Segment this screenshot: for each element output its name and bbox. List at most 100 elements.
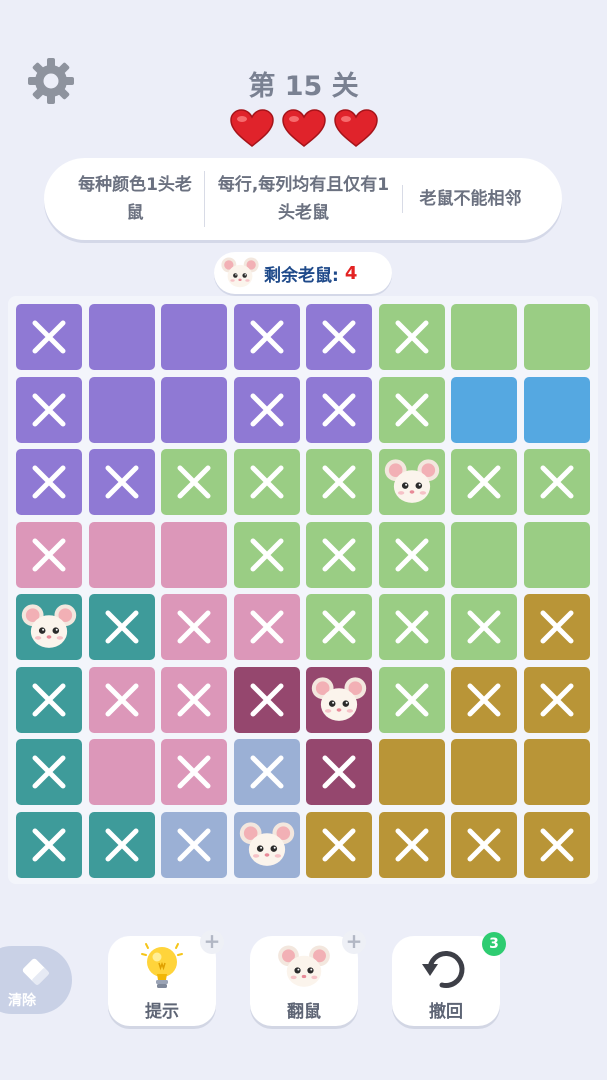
board-cell[interactable]	[88, 811, 155, 878]
hint-plus-badge[interactable]: +	[200, 930, 224, 954]
board-cell[interactable]	[523, 521, 590, 588]
board-cell[interactable]	[306, 449, 372, 515]
board-cell[interactable]	[451, 449, 517, 515]
board-cell[interactable]	[161, 521, 227, 588]
board-cell[interactable]	[378, 739, 445, 805]
board-cell[interactable]	[451, 521, 517, 588]
x-mark-icon	[174, 462, 214, 502]
board-cell[interactable]	[233, 594, 300, 660]
board-cell[interactable]	[233, 449, 300, 515]
board-cell[interactable]	[451, 811, 517, 878]
board-cell[interactable]	[523, 666, 590, 733]
board-cell[interactable]	[233, 739, 300, 805]
x-mark-icon	[319, 462, 359, 502]
flip-label: 翻鼠	[287, 1002, 321, 1022]
board-cell[interactable]	[451, 304, 517, 370]
board-cell[interactable]	[451, 376, 517, 443]
board-cell[interactable]	[523, 739, 590, 805]
board-cell[interactable]	[523, 811, 590, 878]
hint-label: 提示	[145, 1002, 179, 1022]
board-cell[interactable]	[16, 594, 82, 660]
x-mark-icon	[102, 680, 142, 720]
board-cell[interactable]	[233, 666, 300, 733]
board-cell[interactable]	[378, 594, 445, 660]
x-mark-icon	[29, 825, 69, 865]
x-mark-icon	[319, 825, 359, 865]
board-cell[interactable]	[88, 449, 155, 515]
lightbulb-icon	[141, 943, 183, 988]
x-mark-icon	[392, 317, 432, 357]
hint-button[interactable]: + 提示	[108, 930, 224, 1026]
board-cell[interactable]	[88, 739, 155, 805]
x-mark-icon	[247, 462, 287, 502]
board-cell[interactable]	[306, 666, 372, 733]
mouse-icon	[383, 455, 441, 509]
rule-no-adjacent: 老鼠不能相邻	[402, 185, 562, 213]
erase-button[interactable]: 清除	[0, 946, 72, 1014]
board-cell[interactable]	[16, 449, 82, 515]
x-mark-icon	[319, 390, 359, 430]
board-cell[interactable]	[161, 666, 227, 733]
x-mark-icon	[174, 825, 214, 865]
x-mark-icon	[29, 680, 69, 720]
rule-one-per-color: 每种颜色1头老鼠	[78, 175, 192, 223]
board-cell[interactable]	[88, 521, 155, 588]
flip-plus-badge[interactable]: +	[342, 930, 366, 954]
undo-button[interactable]: 3 撤回	[392, 932, 506, 1026]
board-cell[interactable]	[451, 666, 517, 733]
board-cell[interactable]	[16, 666, 82, 733]
board-cell[interactable]	[451, 739, 517, 805]
board-cell[interactable]	[378, 304, 445, 370]
board-cell[interactable]	[378, 521, 445, 588]
x-mark-icon	[537, 825, 577, 865]
x-mark-icon	[247, 607, 287, 647]
flip-mouse-button[interactable]: + 翻鼠	[250, 930, 366, 1026]
board-cell[interactable]	[161, 811, 227, 878]
board-cell[interactable]	[233, 376, 300, 443]
board-cell[interactable]	[306, 594, 372, 660]
x-mark-icon	[247, 535, 287, 575]
board-cell[interactable]	[161, 594, 227, 660]
board-cell[interactable]	[306, 811, 372, 878]
board-cell[interactable]	[378, 666, 445, 733]
board-cell[interactable]	[16, 811, 82, 878]
board-cell[interactable]	[451, 594, 517, 660]
board-cell[interactable]	[88, 304, 155, 370]
x-mark-icon	[174, 752, 214, 792]
board-cell[interactable]	[523, 594, 590, 660]
x-mark-icon	[464, 462, 504, 502]
board-cell[interactable]	[523, 449, 590, 515]
board-cell[interactable]	[161, 739, 227, 805]
x-mark-icon	[392, 607, 432, 647]
board-cell[interactable]	[523, 376, 590, 443]
x-mark-icon	[29, 317, 69, 357]
board-cell[interactable]	[16, 304, 82, 370]
board-cell[interactable]	[16, 521, 82, 588]
eraser-icon	[22, 958, 50, 986]
board-cell[interactable]	[378, 811, 445, 878]
board-cell[interactable]	[306, 376, 372, 443]
board-cell[interactable]	[523, 304, 590, 370]
board-cell[interactable]	[378, 449, 445, 515]
board-cell[interactable]	[233, 304, 300, 370]
board-cell[interactable]	[88, 594, 155, 660]
remaining-mice-badge: 剩余老鼠: 4	[214, 252, 392, 294]
board-cell[interactable]	[306, 304, 372, 370]
board-cell[interactable]	[88, 666, 155, 733]
board-cell[interactable]	[161, 449, 227, 515]
board-cell[interactable]	[233, 521, 300, 588]
board-cell[interactable]	[161, 304, 227, 370]
board-cell[interactable]	[161, 376, 227, 443]
board-cell[interactable]	[16, 739, 82, 805]
x-mark-icon	[29, 752, 69, 792]
board-cell[interactable]	[88, 376, 155, 443]
x-mark-icon	[319, 752, 359, 792]
board-cell[interactable]	[16, 376, 82, 443]
board-cell[interactable]	[378, 376, 445, 443]
board-cell[interactable]	[306, 521, 372, 588]
undo-count-badge: 3	[482, 932, 506, 956]
board-cell[interactable]	[306, 739, 372, 805]
remaining-count: 4	[344, 262, 358, 284]
board-cell[interactable]	[233, 811, 300, 878]
level-title: 第 15 关	[248, 71, 359, 102]
